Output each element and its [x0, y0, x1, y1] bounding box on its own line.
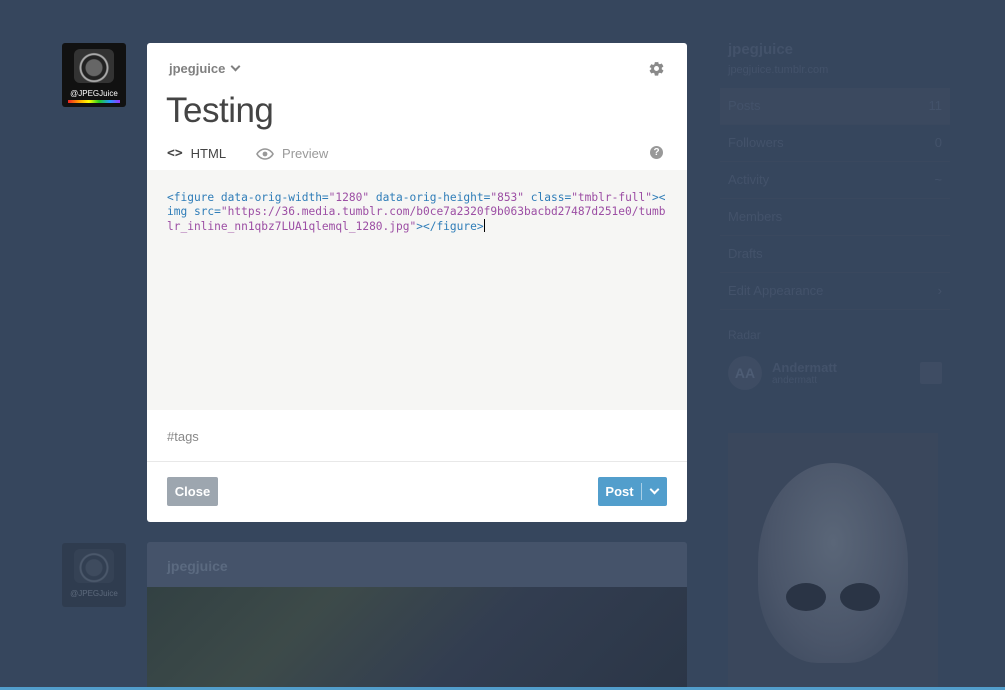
- tab-html[interactable]: <> HTML: [167, 146, 226, 161]
- editor-mode-tabs: <> HTML Preview: [167, 146, 328, 161]
- code-token-value: "1280": [328, 191, 370, 204]
- sidebar-item-edit-appearance: Edit Appearance ›: [720, 273, 950, 310]
- tab-preview[interactable]: Preview: [256, 146, 328, 161]
- avatar-tag: @JPEGJuice: [70, 589, 118, 598]
- radar-user: AA Andermatt andermatt: [720, 350, 950, 396]
- sidebar-item-drafts: Drafts: [720, 236, 950, 273]
- sidebar-item-label: Posts: [728, 98, 761, 113]
- sidebar-item-count: ›: [937, 283, 942, 298]
- camera-avatar-icon: [74, 549, 114, 583]
- sidebar-item-label: Drafts: [728, 246, 763, 261]
- avatar-tag: @JPEGJuice: [70, 89, 118, 98]
- helmet-image: [758, 463, 908, 663]
- blog-selector[interactable]: jpegjuice: [169, 61, 241, 76]
- tab-html-label: HTML: [190, 146, 227, 161]
- text-caret: [483, 219, 485, 232]
- blog-selector-label: jpegjuice: [169, 61, 226, 76]
- code-token-attr: src=: [187, 205, 221, 218]
- radar-image: [728, 433, 938, 690]
- gear-icon[interactable]: [648, 60, 665, 77]
- sidebar-blog-url: jpegjuice.tumblr.com: [728, 64, 829, 76]
- code-token-attr: class=: [524, 191, 572, 204]
- sidebar-item-count: ~: [934, 172, 942, 187]
- code-token-tag: <figure: [167, 191, 215, 204]
- radar-user-name: Andermatt: [772, 360, 838, 375]
- close-button[interactable]: Close: [167, 477, 218, 506]
- code-token-attr: data-orig-height=: [369, 191, 491, 204]
- helmet-eye-left: [786, 583, 826, 611]
- blog-avatar[interactable]: @JPEGJuice: [62, 43, 126, 107]
- code-token-tag: >: [416, 220, 423, 233]
- chevron-down-icon: [230, 61, 241, 72]
- post-editor-modal: jpegjuice Testing <> HTML Preview ? <fig…: [147, 43, 687, 522]
- code-token-tag: >: [652, 191, 659, 204]
- sidebar-item-members: Members: [720, 199, 950, 236]
- modal-footer: Close Post: [147, 462, 687, 522]
- modal-header: jpegjuice Testing <> HTML Preview ?: [147, 43, 687, 170]
- radar-avatar: AA: [728, 356, 762, 390]
- code-token-value: "tmblr-full": [571, 191, 653, 204]
- sidebar-item-count: 0: [934, 135, 942, 150]
- sidebar-item-posts: Posts 11: [720, 88, 950, 125]
- radar-user-sub: andermatt: [772, 375, 818, 386]
- sidebar-item-label: Members: [728, 209, 783, 224]
- code-token-tag: </figure>: [422, 220, 484, 233]
- post-avatar: @JPEGJuice: [62, 543, 126, 607]
- avatar-rainbow-stripe: [68, 100, 120, 103]
- eye-icon: [256, 147, 274, 160]
- html-code-editor[interactable]: <figure data-orig-width="1280" data-orig…: [147, 170, 687, 410]
- dashboard-post: jpegjuice: [147, 542, 687, 690]
- sidebar-blog-name: jpegjuice: [728, 41, 794, 58]
- sidebar-item-followers: Followers 0: [720, 125, 950, 162]
- post-button[interactable]: Post: [598, 477, 641, 506]
- code-token-attr: data-orig-width=: [214, 191, 329, 204]
- tags-input[interactable]: #tags: [147, 410, 687, 462]
- radar-heading: Radar: [728, 328, 761, 342]
- radar-follow-button: [920, 362, 942, 384]
- tab-preview-label: Preview: [282, 146, 329, 161]
- help-icon[interactable]: ?: [650, 146, 663, 159]
- sidebar-item-label: Followers: [728, 135, 784, 150]
- post-blog-name: jpegjuice: [147, 542, 687, 587]
- helmet-eye-right: [840, 583, 880, 611]
- post-image: [147, 587, 687, 690]
- post-title[interactable]: Testing: [166, 91, 274, 131]
- camera-avatar-icon: [74, 49, 114, 83]
- sidebar-item-label: Activity: [728, 172, 770, 187]
- sidebar-item-label: Edit Appearance: [728, 283, 824, 298]
- page: @JPEGJuice @JPEGJuice jpegjuice jpegjuic…: [0, 0, 1005, 690]
- sidebar-item-count: 11: [928, 98, 943, 113]
- chevron-down-icon: [649, 484, 660, 495]
- code-icon: <>: [167, 146, 183, 161]
- sidebar: jpegjuice jpegjuice.tumblr.com Posts 11 …: [720, 35, 950, 396]
- sidebar-item-activity: Activity ~: [720, 162, 950, 199]
- code-token-value: "853": [490, 191, 525, 204]
- post-button-group: Post: [598, 477, 667, 506]
- post-options-dropdown[interactable]: [642, 477, 667, 506]
